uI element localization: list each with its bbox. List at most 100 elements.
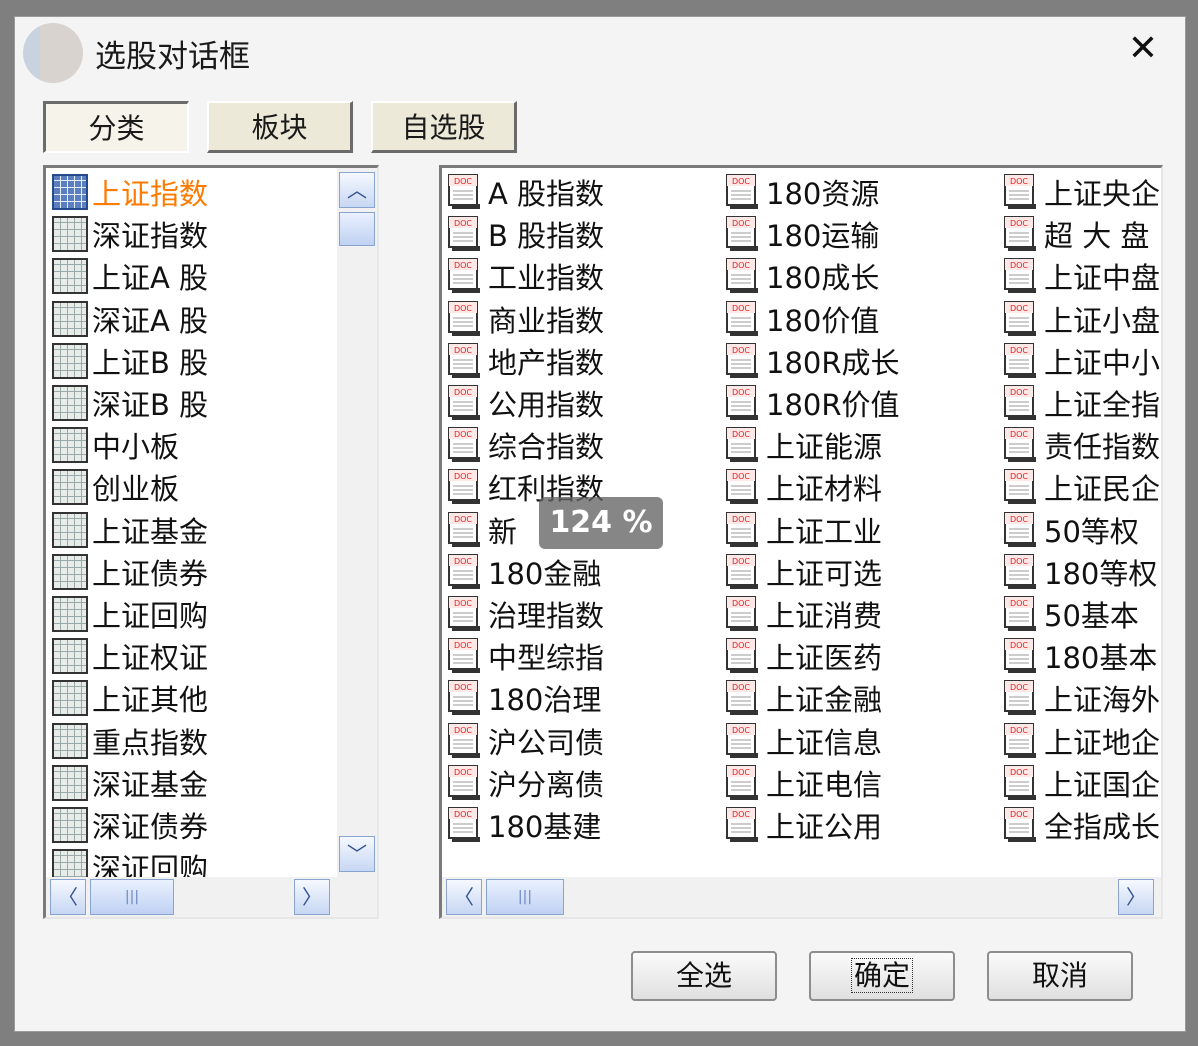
index-item[interactable]: DOC 公用指数 (446, 383, 604, 423)
index-item[interactable]: DOC 180R成长 (724, 341, 900, 381)
index-item[interactable]: DOC 综合指数 (446, 425, 604, 465)
index-item[interactable]: DOC 50等权 (1002, 510, 1139, 550)
index-item[interactable]: DOC B 股指数 (446, 214, 604, 254)
horizontal-scroll-thumb[interactable]: ||| (90, 879, 174, 915)
grid-icon (52, 385, 88, 421)
horizontal-scroll-thumb[interactable]: ||| (486, 879, 564, 915)
svg-text:DOC: DOC (732, 557, 750, 566)
index-item[interactable]: DOC 中型综指 (446, 636, 604, 676)
index-item[interactable]: DOC 上证全指 (1002, 383, 1160, 423)
category-item[interactable]: 上证基金 (52, 510, 208, 550)
index-item[interactable]: DOC A 股指数 (446, 172, 604, 212)
scroll-right-button[interactable]: 〉 (294, 879, 330, 915)
svg-text:DOC: DOC (454, 683, 472, 692)
index-item[interactable]: DOC 180治理 (446, 678, 601, 718)
grid-icon (52, 722, 88, 759)
svg-text:DOC: DOC (732, 388, 750, 397)
stock-selection-dialog: 选股对话框 ✕ 分类 板块 自选股 上证指数 深证指数 上证A 股深证A 股上证B … (14, 16, 1186, 1032)
index-horizontal-scrollbar[interactable]: 〈 ||| 〉 (442, 877, 1161, 917)
index-item[interactable]: DOC 180运输 (724, 214, 879, 254)
svg-text:DOC: DOC (732, 219, 750, 228)
scroll-down-button[interactable]: ﹀ (339, 836, 375, 872)
tab-sector[interactable]: 板块 (207, 101, 353, 153)
category-item[interactable]: 深证指数 (52, 214, 208, 254)
category-item[interactable]: 深证债券 (52, 805, 208, 845)
index-item[interactable]: DOC 上证材料 (724, 467, 882, 507)
index-item[interactable]: DOC 沪公司债 (446, 721, 604, 761)
category-horizontal-scrollbar[interactable]: 〈 ||| 〉 (46, 877, 377, 917)
category-item[interactable]: 重点指数 (52, 721, 208, 761)
category-item[interactable]: 上证指数 (52, 172, 208, 212)
index-item[interactable]: DOC 上证医药 (724, 636, 882, 676)
scroll-right-button[interactable]: 〉 (1118, 879, 1154, 915)
index-item[interactable]: DOC 180金融 (446, 552, 601, 592)
category-item[interactable]: 深证基金 (52, 763, 208, 803)
index-item[interactable]: DOC 上证消费 (724, 594, 882, 634)
grid-icon (52, 553, 88, 590)
index-item[interactable]: DOC 上证金融 (724, 678, 882, 718)
vertical-scroll-thumb[interactable] (339, 212, 375, 246)
category-item[interactable]: 上证其他 (52, 678, 208, 718)
index-item[interactable]: DOC 新 (446, 510, 517, 550)
doc-icon: DOC (1002, 300, 1040, 338)
category-item[interactable]: 上证A 股 (52, 256, 208, 296)
index-item[interactable]: DOC 全指成长 (1002, 805, 1160, 845)
index-item[interactable]: DOC 180价值 (724, 299, 879, 339)
svg-text:DOC: DOC (454, 219, 472, 228)
index-item[interactable]: DOC 上证中小 (1002, 341, 1160, 381)
index-item[interactable]: DOC 180基本 (1002, 636, 1157, 676)
index-item[interactable]: DOC 上证中盘 (1002, 256, 1160, 296)
index-item[interactable]: DOC 上证工业 (724, 510, 882, 550)
index-item[interactable]: DOC 治理指数 (446, 594, 604, 634)
category-item[interactable]: 深证A 股 (52, 299, 208, 339)
category-item[interactable]: 上证债券 (52, 552, 208, 592)
index-item[interactable]: DOC 地产指数 (446, 341, 604, 381)
index-item[interactable]: DOC 180基建 (446, 805, 601, 845)
index-item[interactable]: DOC 180R价值 (724, 383, 900, 423)
index-item[interactable]: DOC 上证电信 (724, 763, 882, 803)
category-item[interactable]: 中小板 (52, 425, 179, 465)
index-item[interactable]: DOC 上证小盘 (1002, 299, 1160, 339)
ok-button[interactable]: 确定 (809, 951, 955, 1001)
index-label: 上证小盘 (1044, 303, 1161, 338)
select-all-button[interactable]: 全选 (631, 951, 777, 1001)
index-item[interactable]: DOC 上证信息 (724, 721, 882, 761)
category-item[interactable]: 深证B 股 (52, 383, 208, 423)
scroll-left-button[interactable]: 〈 (50, 879, 86, 915)
index-item[interactable]: DOC 责任指数 (1002, 425, 1160, 465)
index-item[interactable]: DOC 上证海外 (1002, 678, 1160, 718)
index-item[interactable]: DOC 上证地企 (1002, 721, 1160, 761)
index-item[interactable]: DOC 上证央企 (1002, 172, 1160, 212)
svg-text:DOC: DOC (454, 641, 472, 650)
scroll-left-button[interactable]: 〈 (446, 879, 482, 915)
index-item[interactable]: DOC 上证民企 (1002, 467, 1160, 507)
index-item[interactable]: DOC 上证公用 (724, 805, 882, 845)
index-item[interactable]: DOC 180等权 (1002, 552, 1157, 592)
category-list[interactable]: 上证指数 深证指数 上证A 股深证A 股上证B 股深证B 股中小板 创业板 上证基金 上证… (43, 165, 379, 919)
index-item[interactable]: DOC 商业指数 (446, 299, 604, 339)
category-item[interactable]: 上证回购 (52, 594, 208, 634)
index-item[interactable]: DOC 沪分离债 (446, 763, 604, 803)
index-item[interactable]: DOC 上证可选 (724, 552, 882, 592)
category-vertical-scrollbar[interactable]: ︿ ﹀ (337, 168, 377, 878)
category-item[interactable]: 创业板 (52, 467, 179, 507)
index-item[interactable]: DOC 180成长 (724, 256, 879, 296)
category-item[interactable]: 上证B 股 (52, 341, 208, 381)
index-label: 上证金融 (766, 683, 883, 718)
close-icon[interactable]: ✕ (1123, 29, 1163, 69)
index-item[interactable]: DOC 工业指数 (446, 256, 604, 296)
category-label: 上证其他 (92, 683, 209, 718)
category-item[interactable]: 上证权证 (52, 636, 208, 676)
index-item[interactable]: DOC 超 大 盘 (1002, 214, 1149, 254)
svg-text:DOC: DOC (1010, 346, 1028, 355)
index-item[interactable]: DOC 上证国企 (1002, 763, 1160, 803)
svg-text:DOC: DOC (1010, 388, 1028, 397)
doc-icon: DOC (446, 511, 484, 549)
scroll-up-button[interactable]: ︿ (339, 172, 375, 208)
cancel-button[interactable]: 取消 (987, 951, 1133, 1001)
tab-watchlist[interactable]: 自选股 (371, 101, 517, 153)
index-item[interactable]: DOC 180资源 (724, 172, 879, 212)
index-item[interactable]: DOC 上证能源 (724, 425, 882, 465)
index-item[interactable]: DOC 50基本 (1002, 594, 1139, 634)
tab-category[interactable]: 分类 (43, 101, 189, 153)
